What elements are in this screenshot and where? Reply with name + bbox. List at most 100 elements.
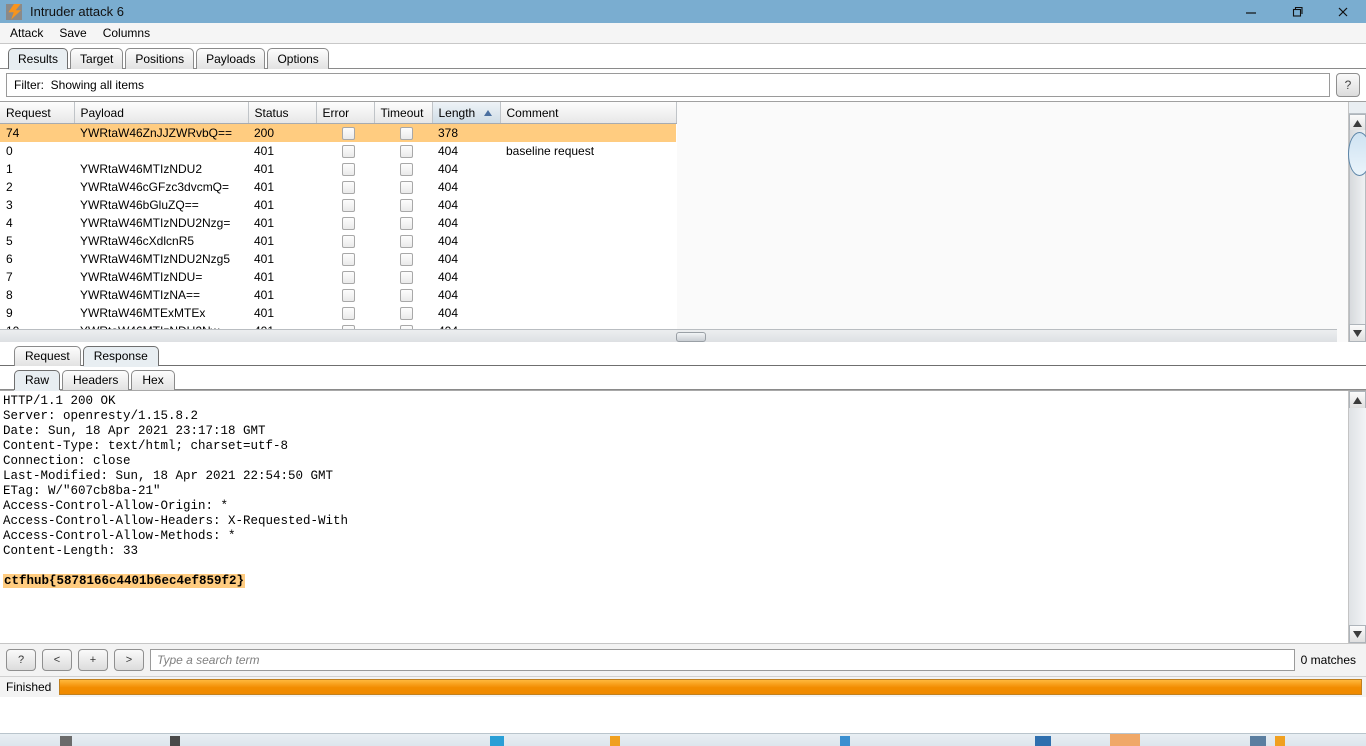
scroll-down-icon[interactable] bbox=[1349, 324, 1366, 342]
checkbox-unchecked-icon[interactable] bbox=[399, 181, 413, 195]
response-vertical-scrollbar[interactable] bbox=[1348, 391, 1366, 643]
checkbox-unchecked-icon[interactable] bbox=[341, 217, 355, 231]
tab-hex[interactable]: Hex bbox=[131, 370, 175, 390]
column-header-status[interactable]: Status bbox=[248, 102, 317, 124]
checkbox-unchecked-icon[interactable] bbox=[341, 235, 355, 249]
checkbox-unchecked-icon[interactable] bbox=[341, 181, 355, 195]
checkbox-unchecked-icon[interactable] bbox=[399, 307, 413, 321]
table-row[interactable]: 5 YWRtaW46cXdlcnR5 401 404 bbox=[0, 232, 676, 250]
menu-item-attack[interactable]: Attack bbox=[8, 25, 45, 41]
checkbox-unchecked-icon[interactable] bbox=[399, 253, 413, 267]
checkbox-unchecked-icon[interactable] bbox=[399, 199, 413, 213]
checkbox-unchecked-icon[interactable] bbox=[399, 271, 413, 285]
cell-timeout-checkbox[interactable] bbox=[374, 214, 432, 232]
cell-timeout-checkbox[interactable] bbox=[374, 250, 432, 268]
response-scroll-trough[interactable] bbox=[1349, 408, 1366, 626]
cell-timeout-checkbox[interactable] bbox=[374, 160, 432, 178]
cell-error-checkbox[interactable] bbox=[316, 268, 374, 286]
cell-timeout-checkbox[interactable] bbox=[374, 142, 432, 160]
menu-item-columns[interactable]: Columns bbox=[101, 25, 152, 41]
tab-options[interactable]: Options bbox=[267, 48, 329, 69]
search-input[interactable]: Type a search term bbox=[150, 649, 1295, 671]
cell-timeout-checkbox[interactable] bbox=[374, 196, 432, 214]
tab-request[interactable]: Request bbox=[14, 346, 81, 366]
cell-timeout-checkbox[interactable] bbox=[374, 268, 432, 286]
results-vertical-scrollbar[interactable] bbox=[1348, 102, 1366, 342]
cell-status: 200 bbox=[248, 123, 316, 142]
table-row[interactable]: 9 YWRtaW46MTExMTEx 401 404 bbox=[0, 304, 676, 322]
checkbox-unchecked-icon[interactable] bbox=[341, 163, 355, 177]
results-scroll-thumb[interactable] bbox=[1348, 132, 1366, 176]
checkbox-unchecked-icon[interactable] bbox=[341, 307, 355, 321]
table-row[interactable]: 0 401 404 baseline request bbox=[0, 142, 676, 160]
help-icon[interactable]: ? bbox=[1336, 73, 1360, 97]
cell-error-checkbox[interactable] bbox=[316, 214, 374, 232]
cell-timeout-checkbox[interactable] bbox=[374, 178, 432, 196]
checkbox-unchecked-icon[interactable] bbox=[399, 289, 413, 303]
tab-response[interactable]: Response bbox=[82, 346, 159, 366]
checkbox-unchecked-icon[interactable] bbox=[341, 289, 355, 303]
column-header-payload[interactable]: Payload bbox=[74, 102, 249, 124]
table-row[interactable]: 3 YWRtaW46bGluZQ== 401 404 bbox=[0, 196, 676, 214]
column-header-request[interactable]: Request bbox=[0, 102, 75, 124]
results-horizontal-scrollbar[interactable] bbox=[0, 329, 1337, 342]
cell-error-checkbox[interactable] bbox=[316, 304, 374, 322]
cell-timeout-checkbox[interactable] bbox=[374, 286, 432, 304]
column-header-length[interactable]: Length bbox=[432, 102, 501, 124]
cell-error-checkbox[interactable] bbox=[316, 142, 374, 160]
response-raw-text[interactable]: HTTP/1.1 200 OK Server: openresty/1.15.8.… bbox=[0, 391, 1348, 643]
results-scroll-trough[interactable] bbox=[1348, 130, 1366, 325]
checkbox-unchecked-icon[interactable] bbox=[341, 253, 355, 267]
search-add-button[interactable]: + bbox=[78, 649, 108, 671]
menu-item-save[interactable]: Save bbox=[57, 25, 88, 41]
tab-payloads[interactable]: Payloads bbox=[196, 48, 266, 69]
cell-timeout-checkbox[interactable] bbox=[374, 232, 432, 250]
tab-target[interactable]: Target bbox=[70, 48, 124, 69]
cell-payload: YWRtaW46MTIzNDU2 bbox=[74, 160, 248, 178]
tab-headers[interactable]: Headers bbox=[62, 370, 130, 390]
response-scroll-up-icon[interactable] bbox=[1349, 391, 1366, 409]
cell-error-checkbox[interactable] bbox=[316, 160, 374, 178]
table-row[interactable]: 4 YWRtaW46MTIzNDU2Nzg= 401 404 bbox=[0, 214, 676, 232]
cell-error-checkbox[interactable] bbox=[316, 123, 374, 142]
cell-error-checkbox[interactable] bbox=[316, 196, 374, 214]
table-row[interactable]: 7 YWRtaW46MTIzNDU= 401 404 bbox=[0, 268, 676, 286]
checkbox-unchecked-icon[interactable] bbox=[341, 145, 355, 159]
table-row[interactable]: 74 YWRtaW46ZnJJZWRvbQ== 200 378 bbox=[0, 123, 676, 142]
close-icon[interactable] bbox=[1320, 0, 1366, 23]
cell-error-checkbox[interactable] bbox=[316, 232, 374, 250]
column-header-error[interactable]: Error bbox=[316, 102, 375, 124]
table-row[interactable]: 6 YWRtaW46MTIzNDU2Nzg5 401 404 bbox=[0, 250, 676, 268]
table-row[interactable]: 1 YWRtaW46MTIzNDU2 401 404 bbox=[0, 160, 676, 178]
checkbox-unchecked-icon[interactable] bbox=[399, 235, 413, 249]
checkbox-unchecked-icon[interactable] bbox=[399, 217, 413, 231]
cell-error-checkbox[interactable] bbox=[316, 178, 374, 196]
cell-error-checkbox[interactable] bbox=[316, 250, 374, 268]
table-row[interactable]: 2 YWRtaW46cGFzc3dvcmQ= 401 404 bbox=[0, 178, 676, 196]
os-taskbar[interactable] bbox=[0, 733, 1366, 746]
table-row[interactable]: 8 YWRtaW46MTIzNA== 401 404 bbox=[0, 286, 676, 304]
column-header-comment[interactable]: Comment bbox=[500, 102, 677, 124]
minimize-icon[interactable] bbox=[1228, 0, 1274, 23]
restore-icon[interactable] bbox=[1274, 0, 1320, 23]
tab-raw[interactable]: Raw bbox=[14, 370, 61, 390]
filter-bar[interactable]: Filter: Showing all items bbox=[6, 73, 1330, 97]
search-next-button[interactable]: > bbox=[114, 649, 144, 671]
checkbox-unchecked-icon[interactable] bbox=[341, 271, 355, 285]
tab-results[interactable]: Results bbox=[8, 48, 69, 69]
response-scroll-down-icon[interactable] bbox=[1349, 625, 1366, 643]
cell-timeout-checkbox[interactable] bbox=[374, 304, 432, 322]
column-header-timeout[interactable]: Timeout bbox=[374, 102, 433, 124]
search-help-button[interactable]: ? bbox=[6, 649, 36, 671]
tab-positions[interactable]: Positions bbox=[125, 48, 195, 69]
checkbox-unchecked-icon[interactable] bbox=[341, 127, 355, 141]
cell-error-checkbox[interactable] bbox=[316, 286, 374, 304]
checkbox-unchecked-icon[interactable] bbox=[399, 127, 413, 141]
results-hscroll-thumb[interactable] bbox=[676, 332, 706, 342]
checkbox-unchecked-icon[interactable] bbox=[399, 163, 413, 177]
checkbox-unchecked-icon[interactable] bbox=[341, 199, 355, 213]
search-previous-button[interactable]: < bbox=[42, 649, 72, 671]
cell-comment bbox=[500, 268, 676, 286]
checkbox-unchecked-icon[interactable] bbox=[399, 145, 413, 159]
cell-timeout-checkbox[interactable] bbox=[374, 123, 432, 142]
